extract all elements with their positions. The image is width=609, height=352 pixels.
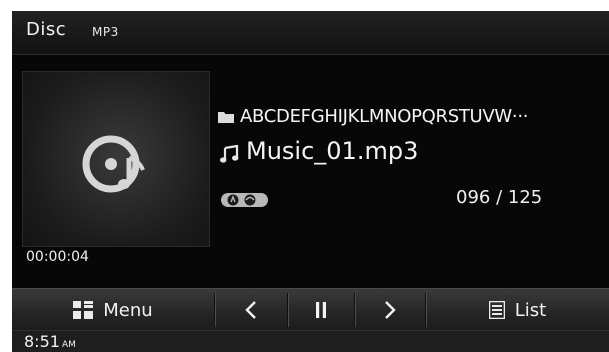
list-button[interactable]: List [426, 289, 609, 331]
menu-grid-icon [73, 301, 94, 319]
clock-time: 8:51 [24, 332, 60, 351]
disc-music-icon [82, 135, 145, 193]
track-counter: 096 / 125 [456, 187, 543, 208]
folder-icon [218, 112, 234, 123]
header-bar: Disc MP3 [12, 11, 609, 55]
file-name: Music_01.mp3 [246, 137, 419, 165]
album-art [22, 71, 210, 247]
menu-button[interactable]: Menu [12, 289, 214, 331]
next-button[interactable] [355, 289, 425, 331]
previous-button[interactable] [215, 289, 287, 331]
previous-icon [245, 301, 256, 319]
media-screen: Disc MP3 ABCDEFGHIJKLMNOPQRSTUVW··· Musi… [12, 11, 609, 352]
clock-ampm: AM [61, 340, 76, 350]
elapsed-time: 00:00:04 [26, 249, 89, 265]
control-bar: Menu List [12, 288, 609, 331]
source-title: Disc [26, 19, 67, 40]
list-label: List [514, 299, 547, 321]
next-icon [385, 301, 396, 319]
folder-name: ABCDEFGHIJKLMNOPQRSTUVW··· [240, 106, 529, 127]
format-label: MP3 [92, 25, 119, 39]
list-icon [488, 301, 505, 319]
repeat-ab-icon [221, 193, 268, 207]
clock: 8:51 AM [24, 332, 76, 351]
pause-button[interactable] [288, 289, 354, 331]
music-note-icon [220, 145, 239, 163]
pause-icon [316, 302, 326, 318]
menu-label: Menu [103, 299, 153, 321]
status-bar: 8:51 AM [12, 330, 609, 352]
